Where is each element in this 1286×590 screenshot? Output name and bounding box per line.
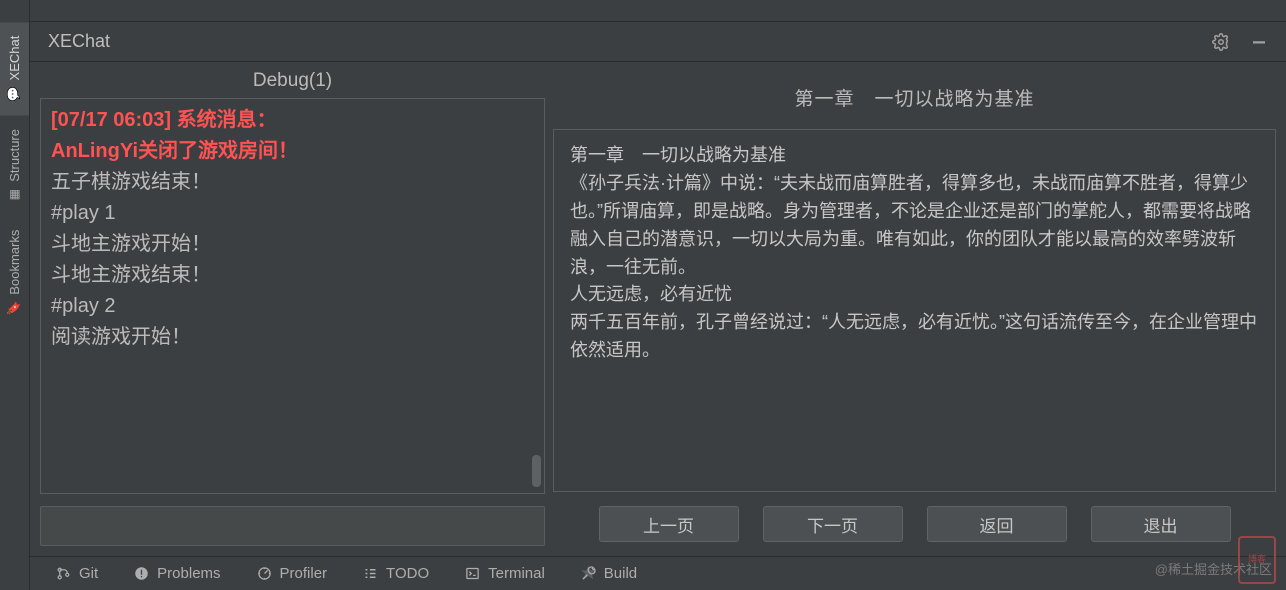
content-area: Debug(1) [07/17 06:03] 系统消息： AnLingYi关闭了… [30, 62, 1286, 556]
bottom-item-label: Problems [157, 565, 220, 582]
bottom-toolbar: Git Problems Profiler TODO [30, 556, 1286, 590]
main-panel: XEChat Debug(1) [07/17 06:03] 系统消息： AnLi… [30, 0, 1286, 590]
prev-page-button[interactable]: 上一页 [599, 506, 739, 542]
terminal-icon [465, 566, 480, 581]
chapter-text: 第一章 一切以战略为基准 《孙子兵法·计篇》中说：“夫未战而庙算胜者，得算多也，… [570, 142, 1259, 365]
tool-window-header: XEChat [30, 22, 1286, 62]
chat-input[interactable] [40, 506, 545, 546]
chat-line: #play 2 [51, 291, 534, 322]
back-button[interactable]: 返回 [927, 506, 1067, 542]
next-page-button[interactable]: 下一页 [763, 506, 903, 542]
bottom-item-terminal[interactable]: Terminal [447, 565, 563, 582]
profiler-icon [257, 566, 272, 581]
rail-item-bookmarks[interactable]: 🔖 Bookmarks [0, 216, 29, 330]
git-icon [56, 566, 71, 581]
rail-item-xechat[interactable]: 💬 XEChat [0, 22, 29, 115]
chat-line: #play 1 [51, 198, 534, 229]
reader-buttons: 上一页 下一页 返回 退出 [553, 492, 1276, 546]
system-message: [07/17 06:03] 系统消息： [51, 105, 534, 136]
bottom-item-git[interactable]: Git [38, 565, 116, 582]
bottom-item-profiler[interactable]: Profiler [239, 565, 346, 582]
bottom-item-problems[interactable]: Problems [116, 565, 238, 582]
bottom-item-label: Profiler [280, 565, 328, 582]
gear-icon[interactable] [1212, 33, 1230, 51]
exit-button[interactable]: 退出 [1091, 506, 1231, 542]
bookmark-icon: 🔖 [7, 302, 22, 316]
chat-log[interactable]: [07/17 06:03] 系统消息： AnLingYi关闭了游戏房间！ 五子棋… [40, 98, 545, 494]
bottom-item-label: Terminal [488, 565, 545, 582]
bottom-item-label: Build [604, 565, 637, 582]
rail-item-structure[interactable]: ▦ Structure [0, 115, 29, 216]
stamp-icon: 博客 [1238, 536, 1276, 584]
reader-panel: 第一章 一切以战略为基准 第一章 一切以战略为基准 《孙子兵法·计篇》中说：“夫… [553, 66, 1276, 546]
chat-panel: Debug(1) [07/17 06:03] 系统消息： AnLingYi关闭了… [40, 66, 545, 546]
tool-window-title: XEChat [48, 31, 110, 52]
chat-line: 五子棋游戏结束！ [51, 167, 534, 198]
system-message: AnLingYi关闭了游戏房间！ [51, 136, 534, 167]
chat-line: 阅读游戏开始！ [51, 322, 534, 353]
structure-icon: ▦ [8, 188, 22, 202]
rail-item-label: Bookmarks [7, 230, 22, 295]
bottom-item-build[interactable]: Build [563, 565, 655, 582]
todo-icon [363, 566, 378, 581]
chat-line: 斗地主游戏开始！ [51, 229, 534, 260]
chat-line: 斗地主游戏结束！ [51, 260, 534, 291]
minimize-icon[interactable] [1250, 33, 1268, 51]
bottom-item-todo[interactable]: TODO [345, 565, 447, 582]
problems-icon [134, 566, 149, 581]
bottom-item-label: Git [79, 565, 98, 582]
rail-item-label: Structure [7, 129, 22, 182]
chat-room-title: Debug(1) [40, 66, 545, 98]
top-gutter [30, 0, 1286, 22]
chat-icon: 💬 [7, 87, 22, 101]
chapter-body[interactable]: 第一章 一切以战略为基准 《孙子兵法·计篇》中说：“夫未战而庙算胜者，得算多也，… [553, 129, 1276, 492]
chapter-title: 第一章 一切以战略为基准 [553, 70, 1276, 129]
bottom-item-label: TODO [386, 565, 429, 582]
rail-item-label: XEChat [7, 36, 22, 81]
scrollbar-thumb[interactable] [532, 455, 541, 487]
left-rail: 💬 XEChat ▦ Structure 🔖 Bookmarks [0, 0, 30, 590]
build-icon [581, 566, 596, 581]
